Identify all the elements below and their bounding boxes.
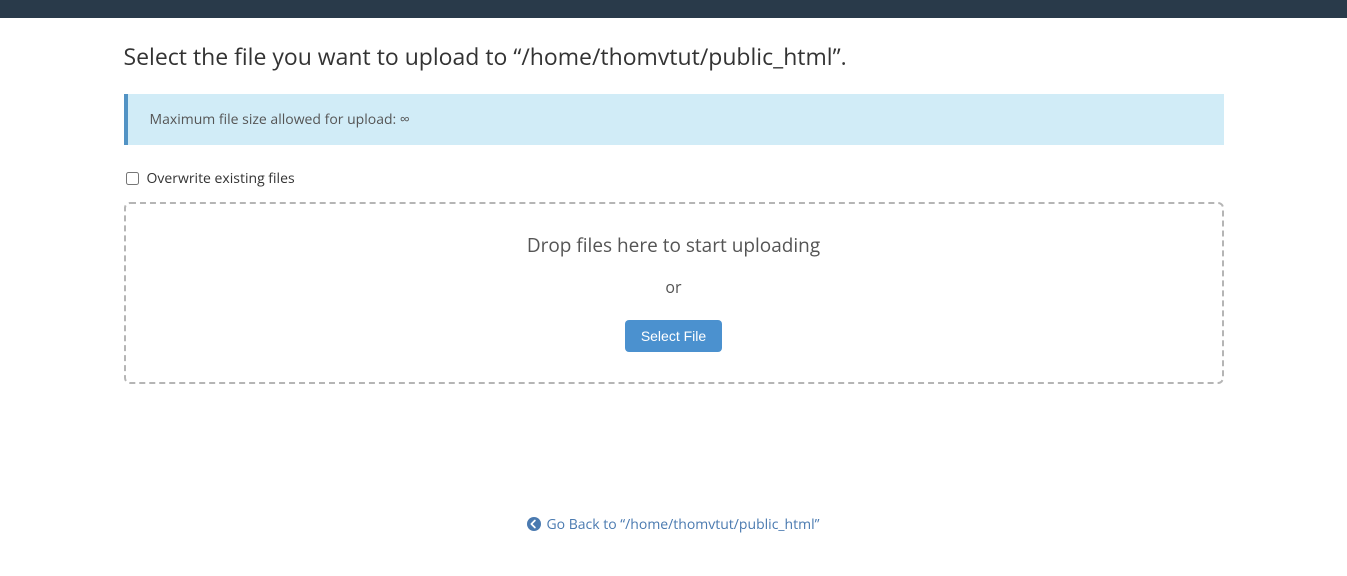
- dropzone[interactable]: Drop files here to start uploading or Se…: [124, 202, 1224, 384]
- page-title: Select the file you want to upload to “/…: [124, 40, 1224, 72]
- overwrite-checkbox[interactable]: [126, 172, 139, 185]
- go-back-label: Go Back to “/home/thomvtut/public_html”: [546, 515, 819, 534]
- header-bar: [0, 0, 1347, 18]
- overwrite-row: Overwrite existing files: [124, 169, 1224, 188]
- main-container: Select the file you want to upload to “/…: [104, 40, 1244, 576]
- info-message: Maximum file size allowed for upload: ∞: [150, 110, 410, 129]
- select-file-button[interactable]: Select File: [625, 320, 722, 352]
- dropzone-title: Drop files here to start uploading: [146, 232, 1202, 258]
- arrow-left-circle-icon: [527, 517, 541, 531]
- dropzone-or: or: [146, 276, 1202, 298]
- go-back-link[interactable]: Go Back to “/home/thomvtut/public_html”: [527, 515, 819, 534]
- back-link-row: Go Back to “/home/thomvtut/public_html”: [124, 514, 1224, 576]
- overwrite-label[interactable]: Overwrite existing files: [147, 169, 295, 188]
- info-banner: Maximum file size allowed for upload: ∞: [124, 94, 1224, 145]
